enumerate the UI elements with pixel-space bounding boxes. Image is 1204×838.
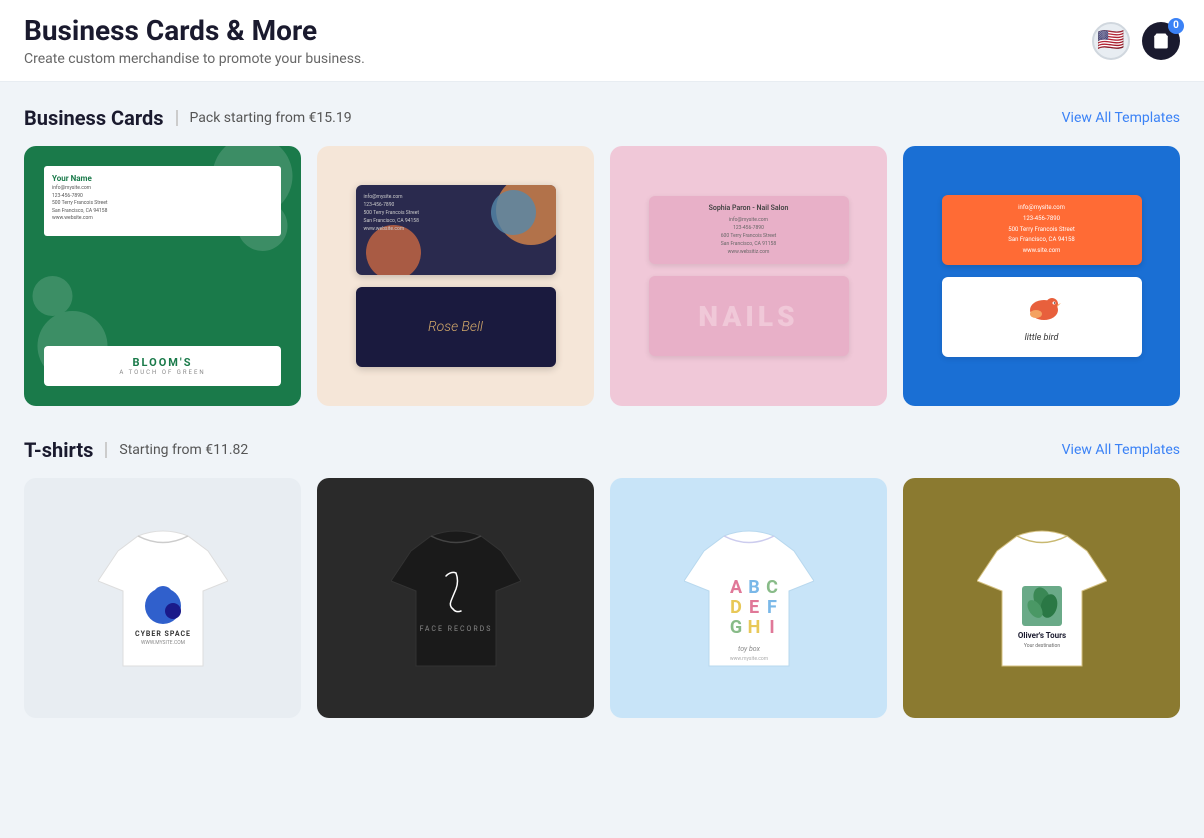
- ts-face-content: FACE RECORDS: [391, 521, 521, 675]
- business-cards-grid: Your Name info@mysite.com 123-456-7890 5…: [24, 146, 1180, 406]
- ts-price: Starting from €11.82: [105, 442, 248, 458]
- bc-section-title: Business Cards: [24, 106, 164, 130]
- ts-abc-content: A B C D E F G H I toy box www.mysite.com: [684, 521, 814, 675]
- bc-pink-bg: Sophia Paron - Nail Salon info@mysite.co…: [610, 146, 887, 406]
- svg-text:D: D: [730, 597, 742, 618]
- ts-title-group: T-shirts Starting from €11.82: [24, 438, 248, 462]
- svg-text:I: I: [769, 617, 774, 638]
- page-wrapper: Business Cards & More Create custom merc…: [0, 0, 1204, 838]
- svg-text:H: H: [747, 617, 760, 638]
- ts-view-all-link[interactable]: View All Templates: [1062, 442, 1180, 458]
- svg-text:E: E: [748, 597, 758, 618]
- bc-blue-bg: info@mysite.com123-456-7890500 Terry Fra…: [903, 146, 1180, 406]
- header-actions: 🇺🇸 0: [1092, 22, 1180, 60]
- ts-abc-item[interactable]: A B C D E F G H I toy box www.mysite.com: [610, 478, 887, 718]
- header-bar: Business Cards & More Create custom merc…: [0, 0, 1204, 82]
- business-cards-header: Business Cards Pack starting from €15.19…: [24, 106, 1180, 130]
- page-title: Business Cards & More: [24, 14, 365, 47]
- bc-dark-back: Rose Bell: [356, 287, 556, 367]
- tshirt-face-svg: FACE RECORDS: [391, 521, 521, 671]
- header-text: Business Cards & More Create custom merc…: [24, 14, 365, 67]
- tshirts-grid: CYBER SPACE WWW.MYSITE.COM FACE RECO: [24, 478, 1180, 718]
- svg-text:G: G: [729, 617, 741, 638]
- svg-text:B: B: [748, 577, 760, 598]
- svg-text:WWW.MYSITE.COM: WWW.MYSITE.COM: [140, 640, 184, 646]
- tshirts-header: T-shirts Starting from €11.82 View All T…: [24, 438, 1180, 462]
- svg-text:CYBER SPACE: CYBER SPACE: [135, 630, 191, 638]
- svg-text:FACE RECORDS: FACE RECORDS: [419, 625, 492, 633]
- svg-text:Oliver's Tours: Oliver's Tours: [1017, 631, 1065, 640]
- tshirt-olivers-svg: Oliver's Tours Your destination: [977, 521, 1107, 671]
- bc-view-all-link[interactable]: View All Templates: [1062, 110, 1180, 126]
- bc-card-bird[interactable]: info@mysite.com123-456-7890500 Terry Fra…: [903, 146, 1180, 406]
- bird-icon: [1022, 292, 1062, 327]
- main-content: Business Cards Pack starting from €15.19…: [0, 82, 1204, 742]
- ts-olivers-item[interactable]: Oliver's Tours Your destination: [903, 478, 1180, 718]
- ts-olivers-content: Oliver's Tours Your destination: [977, 521, 1107, 675]
- bc-card-nails[interactable]: Sophia Paron - Nail Salon info@mysite.co…: [610, 146, 887, 406]
- bc-dark-front: info@mysite.com123-456-7890500 Terry Fra…: [356, 185, 556, 275]
- bc-card-dark[interactable]: info@mysite.com123-456-7890500 Terry Fra…: [317, 146, 594, 406]
- leaf-decoration: [24, 146, 301, 406]
- ts-cyber-content: CYBER SPACE WWW.MYSITE.COM: [98, 521, 228, 675]
- svg-text:toy box: toy box: [738, 645, 761, 653]
- bc-bird-front: info@mysite.com123-456-7890500 Terry Fra…: [942, 195, 1142, 265]
- svg-text:C: C: [766, 577, 778, 598]
- ts-face-item[interactable]: FACE RECORDS: [317, 478, 594, 718]
- svg-text:Your destination: Your destination: [1023, 643, 1059, 649]
- svg-text:F: F: [767, 597, 777, 618]
- tshirt-abc-svg: A B C D E F G H I toy box www.mysite.com: [684, 521, 814, 671]
- svg-text:A: A: [729, 577, 742, 598]
- cart-button[interactable]: 0: [1142, 22, 1180, 60]
- bc-title-group: Business Cards Pack starting from €15.19: [24, 106, 352, 130]
- page-subtitle: Create custom merchandise to promote you…: [24, 51, 365, 67]
- bc-card-green[interactable]: Your Name info@mysite.com 123-456-7890 5…: [24, 146, 301, 406]
- bc-nails-back: NAILS: [649, 276, 849, 356]
- bc-price: Pack starting from €15.19: [176, 110, 352, 126]
- ts-cyber-item[interactable]: CYBER SPACE WWW.MYSITE.COM: [24, 478, 301, 718]
- flag-button[interactable]: 🇺🇸: [1092, 22, 1130, 60]
- svg-text:www.mysite.com: www.mysite.com: [729, 656, 768, 662]
- bc-nails-front: Sophia Paron - Nail Salon info@mysite.co…: [649, 196, 849, 264]
- bc-dark-bg: info@mysite.com123-456-7890500 Terry Fra…: [317, 146, 594, 406]
- bc-bird-back: little bird: [942, 277, 1142, 357]
- ts-section-title: T-shirts: [24, 438, 93, 462]
- cart-badge: 0: [1168, 18, 1184, 34]
- tshirt-cyber-svg: CYBER SPACE WWW.MYSITE.COM: [98, 521, 228, 671]
- bc-green-bg: Your Name info@mysite.com 123-456-7890 5…: [24, 146, 301, 406]
